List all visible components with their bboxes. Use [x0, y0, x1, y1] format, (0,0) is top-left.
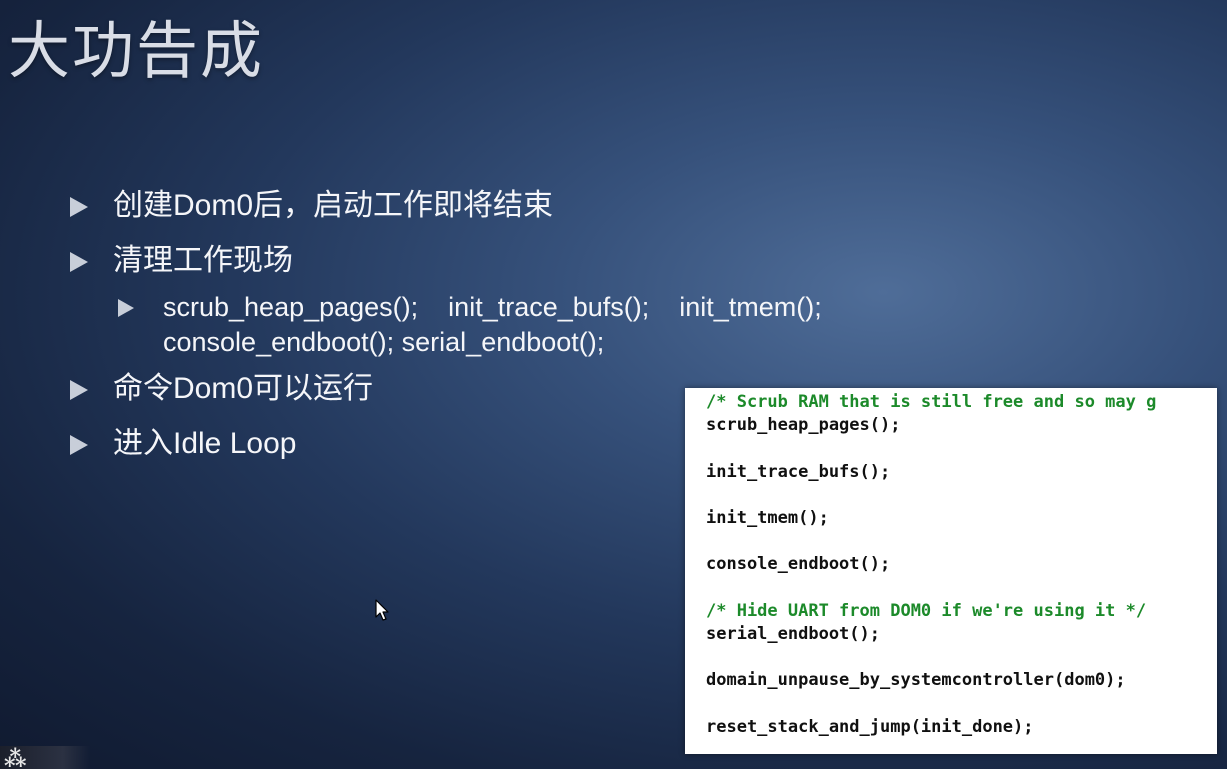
code-line: init_tmem(); [706, 507, 829, 528]
code-panel: /* Scrub RAM that is still free and so m… [685, 388, 1217, 754]
triangle-bullet-icon [70, 197, 88, 217]
logo-mark-icon: ⁂ [4, 746, 27, 769]
code-line: reset_stack_and_jump(init_done); [706, 716, 1034, 737]
bullet-text: 创建Dom0后，启动工作即将结束 [113, 189, 554, 222]
triangle-bullet-icon [70, 380, 88, 400]
watermark-logo: ⁂ [0, 746, 90, 769]
bullet-item: 创建Dom0后，启动工作即将结束 [68, 184, 968, 228]
code-line: scrub_heap_pages(); [706, 415, 901, 436]
triangle-bullet-icon [118, 299, 134, 317]
code-line: /* Hide UART from DOM0 if we're using it… [706, 600, 1147, 621]
bullet-text: 进入Idle Loop [113, 427, 297, 460]
slide-title: 大功告成 [8, 14, 265, 87]
code-block: /* Scrub RAM that is still free and so m… [685, 388, 1217, 739]
code-line: init_trace_bufs(); [706, 461, 891, 482]
bullet-text: 命令Dom0可以运行 [113, 372, 374, 405]
triangle-bullet-icon [70, 435, 88, 455]
sub-bullet-item: scrub_heap_pages(); init_trace_bufs(); i… [116, 290, 943, 360]
code-line: /* Scrub RAM that is still free and so m… [706, 392, 1157, 412]
code-line: console_endboot(); [706, 554, 891, 575]
mouse-pointer-icon [375, 599, 389, 621]
bullet-item: 清理工作现场 [68, 239, 968, 283]
triangle-bullet-icon [70, 252, 88, 272]
code-line: serial_endboot(); [706, 623, 880, 644]
code-line: domain_unpause_by_systemcontroller(dom0)… [706, 670, 1126, 691]
bullet-text: 清理工作现场 [113, 244, 293, 277]
sub-bullet-text: scrub_heap_pages(); init_trace_bufs(); i… [163, 292, 822, 357]
